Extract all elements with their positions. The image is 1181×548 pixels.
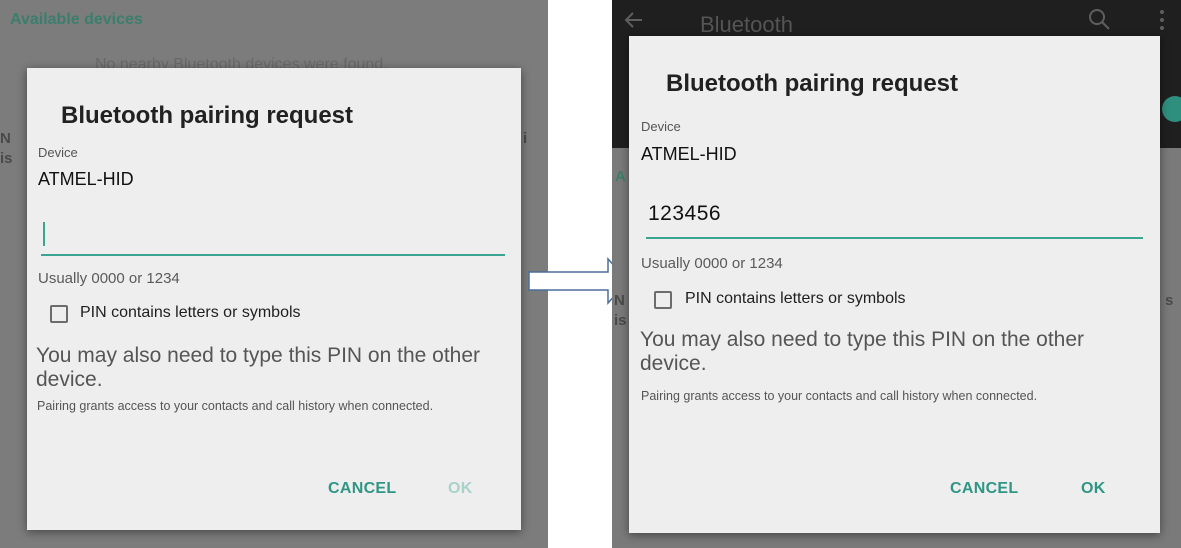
pin-input[interactable]: 123456 [646,202,1143,239]
app-bar-title: Bluetooth [700,12,793,37]
dialog-title: Bluetooth pairing request [61,102,354,129]
available-devices-heading: Available devices [10,11,143,28]
pin-letters-label[interactable]: PIN contains letters or symbols [80,304,301,322]
device-label: Device [641,119,681,134]
cancel-button[interactable]: CANCEL [950,480,1018,498]
dialog-title: Bluetooth pairing request [666,70,959,97]
pin-message: You may also need to type this PIN on th… [640,328,1085,375]
device-name: ATMEL-HID [641,144,737,164]
pairing-note: Pairing grants access to your contacts a… [641,389,1038,403]
pin-hint: Usually 0000 or 1234 [38,270,180,287]
pairing-note: Pairing grants access to your contacts a… [37,399,434,413]
search-icon[interactable] [1086,6,1112,32]
pin-letters-checkbox[interactable] [654,291,672,309]
edge-letter: is [614,312,627,329]
pin-hint: Usually 0000 or 1234 [641,255,783,272]
device-label: Device [38,145,78,160]
arrow-back-icon[interactable] [622,8,646,32]
pairing-dialog-after: Bluetooth pairing request Device ATMEL-H… [629,36,1160,533]
edge-letter: is [0,150,13,167]
edge-letter: N [614,292,625,309]
input-underline [41,254,505,256]
input-underline [646,237,1143,239]
edge-letter: s [1165,292,1174,309]
more-vert-icon[interactable] [1158,8,1166,32]
pin-letters-label[interactable]: PIN contains letters or symbols [685,290,906,308]
pin-letters-checkbox[interactable] [50,305,68,323]
ok-button[interactable]: OK [448,480,473,498]
ok-button[interactable]: OK [1081,480,1106,498]
pin-input[interactable] [41,218,505,256]
toggle-switch-knob[interactable] [1162,96,1181,122]
text-cursor [43,222,45,246]
pin-message: You may also need to type this PIN on th… [36,344,481,391]
pin-value: 123456 [648,202,722,225]
edge-letter: N [0,130,11,147]
edge-letter: i [523,130,528,147]
edge-letter: A [615,168,626,185]
cancel-button[interactable]: CANCEL [328,480,396,498]
pairing-dialog-before: Bluetooth pairing request Device ATMEL-H… [27,68,521,530]
device-name: ATMEL-HID [38,169,134,189]
